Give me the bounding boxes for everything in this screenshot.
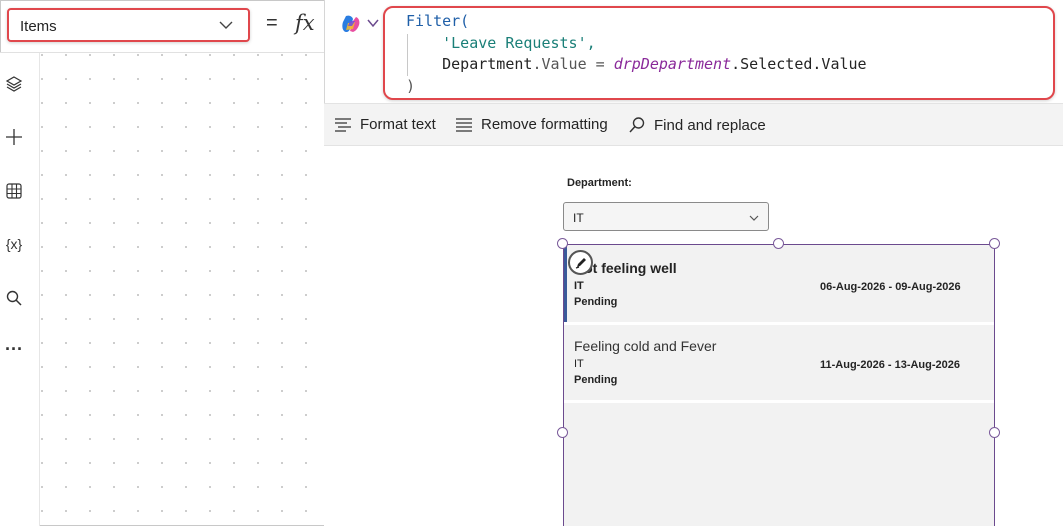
gallery-separator — [564, 400, 994, 403]
leave-gallery[interactable]: Not feeling well IT 06-Aug-2026 - 09-Aug… — [563, 244, 995, 526]
format-text-label: Format text — [360, 116, 436, 133]
code-line-3-field: Department — [442, 55, 533, 73]
gallery-item[interactable]: Feeling cold and Fever IT 11-Aug-2026 - … — [564, 325, 994, 400]
remove-formatting-button[interactable]: Remove formatting — [455, 116, 608, 133]
add-icon[interactable] — [3, 126, 25, 148]
formula-editor[interactable]: Filter( 'Leave Requests', Department.Val… — [383, 6, 1055, 100]
format-text-button[interactable]: Format text — [334, 116, 436, 133]
code-line-3-control: drpDepartment — [613, 55, 732, 73]
resize-handle[interactable] — [557, 238, 568, 249]
code-line-3-prop: .Selected.Value — [731, 55, 867, 73]
variables-icon[interactable]: {x} — [3, 233, 25, 255]
resize-handle[interactable] — [773, 238, 784, 249]
remove-formatting-icon — [456, 117, 472, 132]
search-icon — [629, 117, 645, 133]
table-icon[interactable] — [3, 180, 25, 202]
search-icon[interactable] — [3, 287, 25, 309]
item-status: Pending — [574, 296, 618, 308]
property-dropdown-value: Items — [20, 18, 57, 35]
remove-formatting-label: Remove formatting — [481, 116, 608, 133]
equals-sign: = — [266, 12, 278, 34]
item-department: IT — [574, 280, 584, 292]
code-line-4: ) — [406, 76, 416, 95]
edit-icon[interactable] — [568, 250, 593, 275]
copilot-icon[interactable] — [340, 13, 362, 40]
resize-handle[interactable] — [989, 427, 1000, 438]
formula-code: Filter( 'Leave Requests', Department.Val… — [406, 11, 867, 97]
fx-icon: fx — [295, 11, 315, 35]
chevron-down-icon[interactable] — [366, 16, 380, 35]
property-dropdown[interactable]: Items — [7, 8, 250, 42]
selected-indicator — [564, 245, 567, 322]
code-line-1: Filter( — [406, 12, 470, 30]
item-status: Pending — [574, 374, 618, 386]
gallery-item[interactable]: Not feeling well IT 06-Aug-2026 - 09-Aug… — [564, 245, 994, 322]
find-replace-label: Find and replace — [654, 116, 766, 134]
item-title: Feeling cold and Fever — [574, 338, 717, 354]
department-dropdown[interactable]: IT — [563, 202, 769, 231]
item-dates: 06-Aug-2026 - 09-Aug-2026 — [820, 281, 961, 293]
resize-handle[interactable] — [989, 238, 1000, 249]
left-rail: {x} ··· — [0, 53, 40, 526]
department-label: Department: — [567, 177, 632, 189]
item-dates: 11-Aug-2026 - 13-Aug-2026 — [820, 359, 960, 371]
department-dropdown-value: IT — [573, 211, 584, 225]
code-line-3-op: .Value = — [532, 55, 614, 73]
code-line-2: 'Leave Requests', — [442, 33, 596, 52]
chevron-down-icon — [218, 17, 234, 38]
find-replace-button[interactable]: Find and replace — [628, 116, 766, 134]
resize-handle[interactable] — [557, 427, 568, 438]
layers-icon[interactable] — [3, 73, 25, 95]
format-text-icon — [335, 117, 351, 132]
more-icon[interactable]: ··· — [3, 338, 25, 360]
tree-view-area — [40, 53, 324, 526]
item-department: IT — [574, 358, 584, 370]
formula-toolbar: Format text Remove formatting Find and r… — [324, 103, 1063, 146]
chevron-down-icon — [748, 211, 760, 229]
